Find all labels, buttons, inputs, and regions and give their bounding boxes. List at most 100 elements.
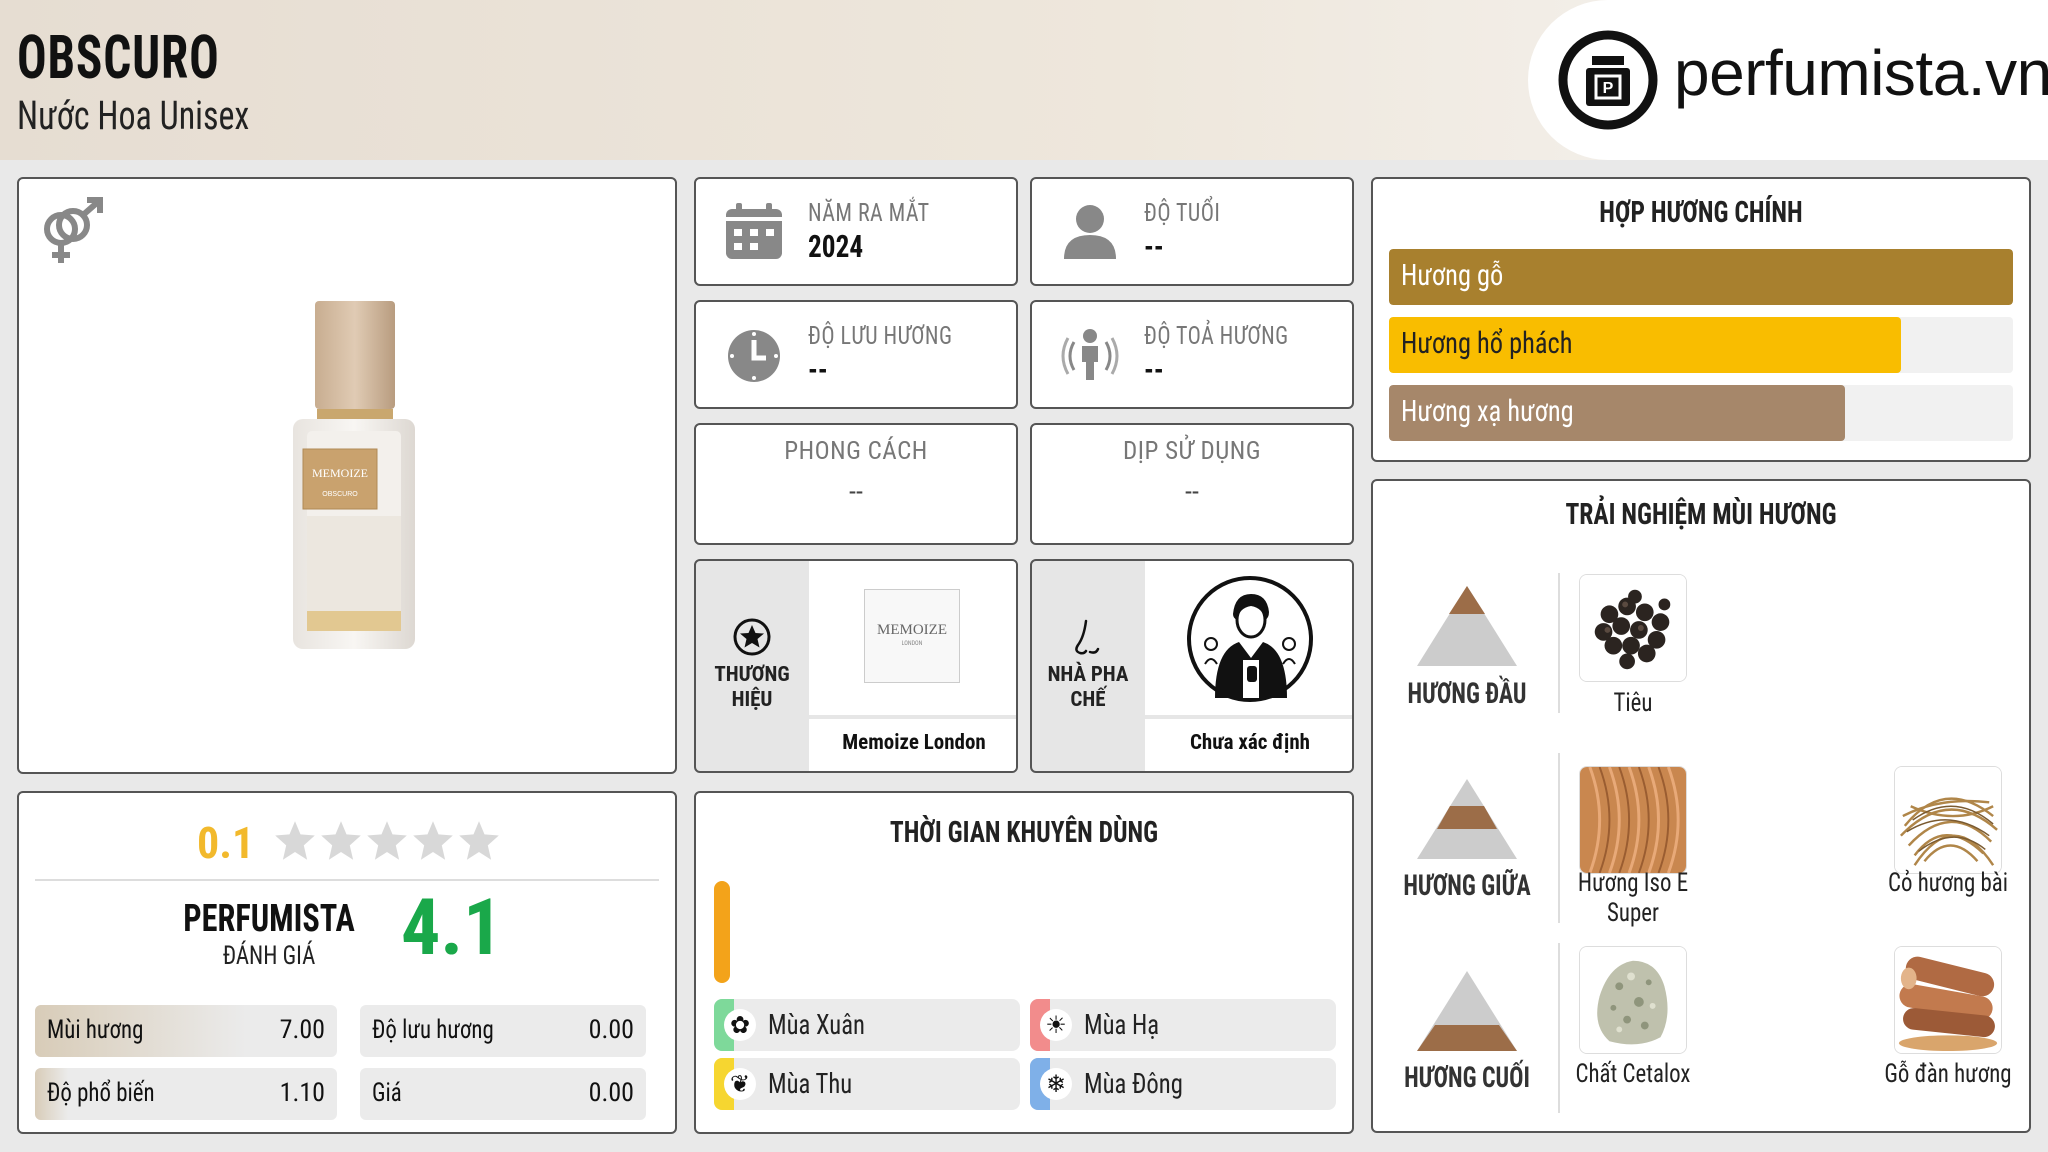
season-label: Mùa Thu bbox=[768, 1067, 853, 1100]
season-item[interactable]: ✿ Mùa Xuân bbox=[714, 999, 1020, 1051]
age-value: -- bbox=[1144, 228, 1164, 265]
star-icon[interactable] bbox=[365, 819, 409, 863]
perfumer-name: Chưa xác định bbox=[1145, 719, 1352, 771]
snowflake-icon: ❄ bbox=[1040, 1068, 1072, 1100]
main-accords-card: HỢP HƯƠNG CHÍNH Hương gỗ Hương hổ phách Hư… bbox=[1371, 177, 2031, 462]
longevity-label: ĐỘ LƯU HƯƠNG bbox=[808, 322, 953, 351]
header: OBSCURO Nước Hoa Unisex P perfumista.vn bbox=[0, 0, 2048, 160]
score-item: Độ phổ biến 1.10 bbox=[35, 1068, 337, 1120]
bottle-sublabel: OBSCURO bbox=[322, 491, 358, 498]
middle-notes-label: HƯƠNG GIỮA bbox=[1403, 869, 1531, 903]
usage-time-card: THỜI GIAN KHUYÊN DÙNG ✿ Mùa Xuân ☀ Mùa Hạ ❦ M… bbox=[694, 791, 1354, 1134]
accord-bar: Hương hổ phách bbox=[1389, 317, 2013, 373]
season-label: Mùa Hạ bbox=[1084, 1008, 1160, 1041]
sandalwood-note-image[interactable] bbox=[1894, 946, 2002, 1054]
score-value: 1.10 bbox=[279, 1078, 325, 1108]
season-label: Mùa Đông bbox=[1084, 1067, 1183, 1100]
star-icon[interactable] bbox=[457, 819, 501, 863]
top-note-1: Tiêu bbox=[1613, 688, 1653, 718]
time-of-day-bar bbox=[714, 881, 730, 983]
divider bbox=[35, 879, 659, 881]
pepper-note-image[interactable] bbox=[1579, 574, 1687, 682]
perfumer-image-area bbox=[1145, 561, 1352, 715]
sillage-label: ĐỘ TOẢ HƯƠNG bbox=[1144, 322, 1289, 351]
iso-e-super-note-image[interactable] bbox=[1579, 766, 1687, 874]
calendar-icon bbox=[726, 203, 782, 259]
score-label: Giá bbox=[372, 1078, 402, 1108]
score-label: Độ phổ biến bbox=[47, 1078, 155, 1108]
style-label: PHONG CÁCH bbox=[784, 437, 928, 466]
score-item: Giá 0.00 bbox=[360, 1068, 646, 1120]
middle-note-2: Cỏ hương bài bbox=[1888, 868, 2008, 898]
sillage-card: ĐỘ TOẢ HƯƠNG -- bbox=[1030, 300, 1354, 409]
logo-text: perfumista.vn bbox=[1674, 37, 2048, 109]
launch-year-label: NĂM RA MẮT bbox=[808, 199, 930, 228]
cetalox-note-image[interactable] bbox=[1579, 946, 1687, 1054]
product-image-card: MEMOIZE OBSCURO bbox=[17, 177, 677, 774]
leaf-icon: ❦ bbox=[724, 1068, 756, 1100]
perfume-bottle-image: MEMOIZE OBSCURO bbox=[293, 301, 415, 649]
flower-icon: ✿ bbox=[724, 1009, 756, 1041]
launch-year-card: NĂM RA MẮT 2024 bbox=[694, 177, 1018, 286]
nose-icon bbox=[1075, 619, 1100, 655]
longevity-value: -- bbox=[808, 351, 828, 388]
perfumer-card[interactable]: NHÀ PHA CHẾ Chưa xác định bbox=[1030, 559, 1354, 773]
style-value: -- bbox=[849, 475, 863, 508]
score-item: Độ lưu hương 0.00 bbox=[360, 1005, 646, 1057]
accord-bar: Hương xạ hương bbox=[1389, 385, 2013, 441]
top-notes-label: HƯƠNG ĐẦU bbox=[1407, 677, 1527, 711]
svg-text:P: P bbox=[1603, 80, 1614, 97]
accord-label: Hương xạ hương bbox=[1401, 394, 1574, 429]
top-notes-pyramid-icon bbox=[1417, 586, 1517, 666]
clock-icon bbox=[728, 330, 780, 382]
scent-notes-card: TRẢI NGHIỆM MÙI HƯƠNG HƯƠNG ĐẦU HƯƠNG GI… bbox=[1371, 479, 2031, 1133]
score-value: 0.00 bbox=[588, 1015, 634, 1045]
vetiver-note-image[interactable] bbox=[1894, 766, 2002, 874]
star-rating[interactable] bbox=[273, 819, 513, 865]
launch-year-value: 2024 bbox=[808, 228, 864, 265]
brand-label: THƯƠNG HIỆU bbox=[714, 663, 790, 712]
star-icon[interactable] bbox=[411, 819, 455, 863]
sun-icon: ☀ bbox=[1040, 1009, 1072, 1041]
star-icon[interactable] bbox=[319, 819, 363, 863]
occasion-card: DỊP SỬ DỤNG -- bbox=[1030, 423, 1354, 545]
star-icon[interactable] bbox=[273, 819, 317, 863]
occasion-label: DỊP SỬ DỤNG bbox=[1122, 437, 1262, 466]
user-icon bbox=[1064, 205, 1116, 259]
user-score: 0.1 bbox=[197, 817, 255, 869]
notes-title: TRẢI NGHIỆM MÙI HƯƠNG bbox=[1565, 497, 1837, 532]
season-item[interactable]: ☀ Mùa Hạ bbox=[1030, 999, 1336, 1051]
age-card: ĐỘ TUỔI -- bbox=[1030, 177, 1354, 286]
perfume-bottle-logo-icon: P bbox=[1558, 30, 1658, 130]
season-item[interactable]: ❄ Mùa Đông bbox=[1030, 1058, 1336, 1110]
score-value: 0.00 bbox=[588, 1078, 634, 1108]
accord-bar: Hương gỗ bbox=[1389, 249, 2013, 305]
age-label: ĐỘ TUỔI bbox=[1144, 199, 1221, 228]
brand-logo[interactable]: P perfumista.vn bbox=[1528, 0, 2048, 160]
accords-title: HỢP HƯƠNG CHÍNH bbox=[1599, 195, 1803, 230]
page-title: OBSCURO bbox=[17, 22, 220, 93]
accord-label: Hương gỗ bbox=[1401, 258, 1504, 293]
occasion-value: -- bbox=[1185, 475, 1199, 508]
perfumista-score: 4.1 bbox=[401, 883, 503, 974]
accord-label: Hương hổ phách bbox=[1401, 326, 1573, 361]
perfumista-rating-sublabel: ĐÁNH GIÁ bbox=[222, 941, 316, 971]
unisex-gender-icon bbox=[44, 197, 103, 263]
season-item[interactable]: ❦ Mùa Thu bbox=[714, 1058, 1020, 1110]
brand-card[interactable]: THƯƠNG HIỆU MEMOIZE LONDON Memoize Londo… bbox=[694, 559, 1018, 773]
base-note-1: Chất Cetalox bbox=[1575, 1059, 1691, 1089]
sillage-icon bbox=[1061, 329, 1119, 380]
page-subtitle: Nước Hoa Unisex bbox=[17, 92, 250, 139]
sillage-value: -- bbox=[1144, 351, 1164, 388]
rating-card: 0.1 PERFUMISTA ĐÁNH GIÁ 4.1 Mùi hương 7.0… bbox=[17, 791, 677, 1134]
base-notes-label: HƯƠNG CUỐI bbox=[1404, 1061, 1530, 1095]
usage-time-title: THỜI GIAN KHUYÊN DÙNG bbox=[889, 815, 1159, 850]
perfumista-rating-label: PERFUMISTA bbox=[183, 897, 355, 941]
brand-logo: MEMOIZE LONDON bbox=[864, 589, 960, 683]
base-note-2: Gỗ đàn hương bbox=[1884, 1059, 2012, 1089]
bottle-label: MEMOIZE bbox=[312, 466, 368, 480]
middle-notes-pyramid-icon bbox=[1417, 779, 1517, 859]
score-value: 7.00 bbox=[279, 1015, 325, 1045]
score-label: Độ lưu hương bbox=[372, 1015, 494, 1045]
score-label: Mùi hương bbox=[47, 1015, 144, 1045]
